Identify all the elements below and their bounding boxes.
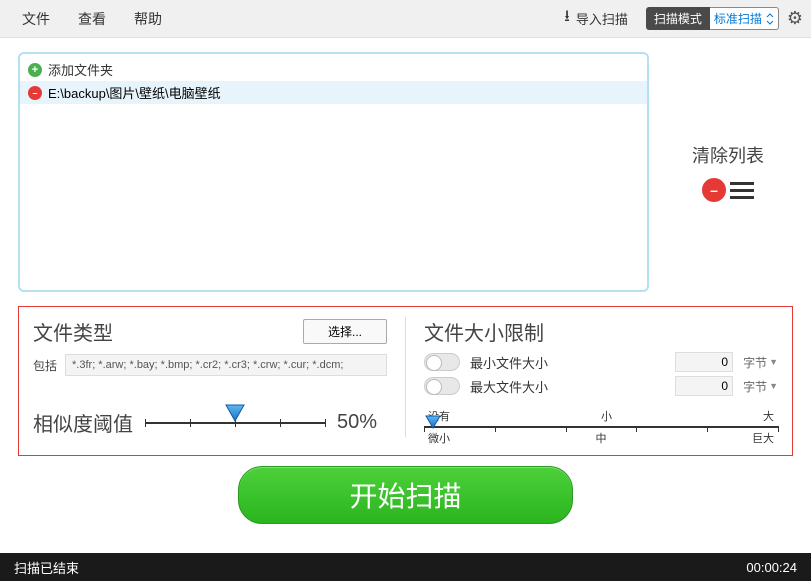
ruler-label: 小 (601, 408, 612, 424)
threshold-label: 相似度阈值 (33, 408, 133, 437)
max-size-input[interactable]: 0 (675, 376, 733, 396)
clear-list-button[interactable]: – (702, 178, 754, 202)
folder-path-row[interactable]: – E:\backup\图片\壁纸\电脑壁纸 (20, 81, 647, 104)
spinner-icon (766, 13, 774, 25)
scan-mode-selector[interactable]: 扫描模式 标准扫描 (646, 7, 779, 30)
min-size-label: 最小文件大小 (470, 353, 665, 372)
min-size-toggle[interactable] (424, 353, 460, 371)
include-extensions: *.3fr; *.arw; *.bay; *.bmp; *.cr2; *.cr3… (65, 354, 387, 376)
ruler-label: 大 (763, 408, 774, 424)
add-folder-label: 添加文件夹 (48, 60, 113, 79)
scan-mode-title: 扫描模式 (646, 7, 710, 30)
folder-path-text: E:\backup\图片\壁纸\电脑壁纸 (48, 83, 221, 102)
scan-mode-value: 标准扫描 (714, 10, 762, 27)
threshold-slider[interactable] (145, 413, 325, 433)
folder-list-panel: + 添加文件夹 – E:\backup\图片\壁纸\电脑壁纸 (18, 52, 649, 292)
status-time: 00:00:24 (746, 560, 797, 575)
add-folder-button[interactable]: + 添加文件夹 (20, 58, 647, 81)
size-limit-title: 文件大小限制 (424, 317, 778, 346)
remove-icon: – (702, 178, 726, 202)
min-size-input[interactable]: 0 (675, 352, 733, 372)
download-icon: ⭳ (564, 5, 570, 32)
ruler-label: 巨大 (752, 430, 774, 446)
import-label: 导入扫描 (576, 9, 628, 28)
ruler-label: 中 (596, 430, 607, 446)
statusbar: 扫描已结束 00:00:24 (0, 553, 811, 581)
start-scan-button[interactable]: 开始扫描 (238, 466, 572, 524)
minus-icon: – (28, 86, 42, 100)
filetype-title: 文件类型 (33, 317, 113, 346)
slider-thumb-icon[interactable] (224, 403, 246, 428)
settings-icon[interactable]: ⚙ (787, 8, 803, 29)
include-label: 包括 (33, 357, 57, 374)
ruler-thumb-icon[interactable] (424, 414, 442, 435)
size-ruler-slider[interactable]: 没有 小 大 微小 中 巨 (424, 408, 778, 446)
menu-file[interactable]: 文件 (8, 3, 64, 35)
plus-icon: + (28, 63, 42, 77)
clear-list-label: 清除列表 (692, 142, 764, 168)
status-text: 扫描已结束 (14, 558, 79, 577)
filetype-select-button[interactable]: 选择... (303, 319, 387, 344)
max-unit-select[interactable]: 字节▼ (743, 378, 778, 395)
max-size-toggle[interactable] (424, 377, 460, 395)
threshold-value: 50% (337, 411, 387, 434)
list-icon (730, 182, 754, 199)
menu-view[interactable]: 查看 (64, 3, 120, 35)
import-scan-button[interactable]: ⭳ 导入扫描 (556, 1, 636, 36)
max-size-label: 最大文件大小 (470, 377, 665, 396)
min-unit-select[interactable]: 字节▼ (743, 354, 778, 371)
menu-help[interactable]: 帮助 (120, 3, 176, 35)
menubar: 文件 查看 帮助 ⭳ 导入扫描 扫描模式 标准扫描 ⚙ (0, 0, 811, 38)
filter-options-panel: 文件类型 选择... 包括 *.3fr; *.arw; *.bay; *.bmp… (18, 306, 793, 456)
